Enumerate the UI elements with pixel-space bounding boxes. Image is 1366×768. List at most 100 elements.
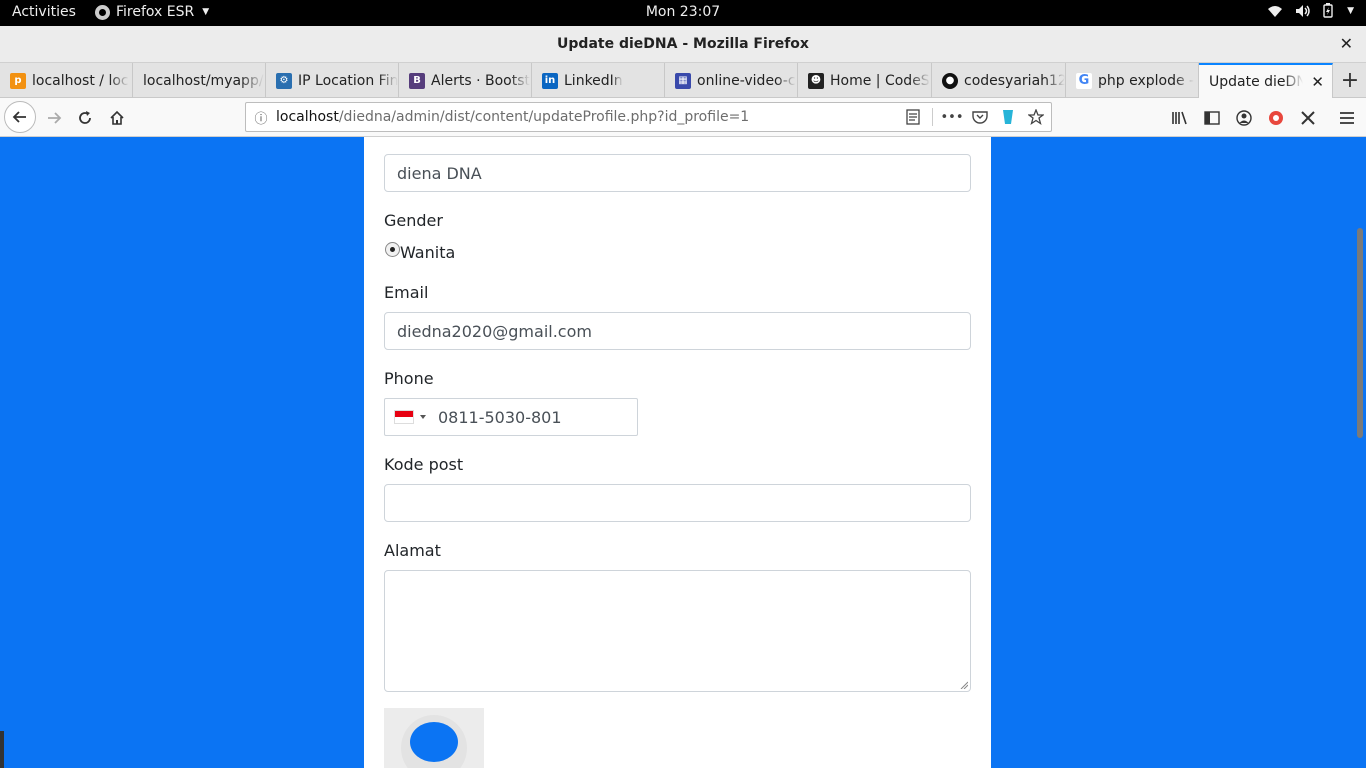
home-button[interactable] [103,104,131,132]
profile-photo-placeholder[interactable] [384,708,484,768]
phpmyadmin-icon: p [10,72,26,89]
system-tray[interactable]: ▼ [1267,3,1354,18]
activities-button[interactable]: Activities [12,4,76,20]
scrollbar-thumb[interactable] [1357,228,1363,438]
chevron-down-icon[interactable] [420,415,426,419]
gender-option-label: Wanita [400,243,456,262]
close-tab-icon[interactable]: ✕ [1311,73,1324,91]
bootstrap-icon: B [409,72,425,89]
app-menu[interactable]: Firefox ESR ▼ [95,4,209,20]
gender-radio-wanita[interactable] [385,242,400,257]
email-value: diedna2020@gmail.com [397,321,592,341]
indonesia-flag-icon[interactable] [394,410,414,424]
extension-icon[interactable] [999,108,1017,126]
page-scrollbar[interactable] [1354,137,1366,768]
back-button[interactable] [4,101,36,133]
close-window-button[interactable]: ✕ [1340,34,1353,53]
phone-label: Phone [384,369,434,388]
pocket-icon[interactable] [971,108,989,126]
addon-button[interactable] [1262,104,1290,132]
battery-icon [1323,3,1333,18]
alamat-label: Alamat [384,541,441,560]
tab-label: IP Location Fin [298,72,398,89]
reload-icon [79,111,91,124]
tab-label: Update dieDNA [1209,73,1303,90]
tab-bootstrap-alerts[interactable]: B Alerts · Bootst [399,63,532,98]
kode-post-label: Kode post [384,455,464,474]
sidebar-icon [1204,111,1220,125]
x-extension-icon [1301,111,1315,125]
tab-label: Alerts · Bootst [431,72,530,89]
navigation-toolbar: ⓘ localhost/diedna/admin/dist/content/up… [0,98,1366,137]
arrow-right-icon [48,112,62,124]
library-button[interactable] [1166,104,1194,132]
tab-label: php explode - [1098,72,1195,89]
full-name-value: diena DNA [397,163,482,183]
tab-label: online-video-c [697,72,796,89]
arrow-left-icon [12,111,26,123]
chevron-down-icon: ▼ [202,7,210,17]
window-edge [0,731,4,768]
tab-label: Home | CodeS [830,72,930,89]
reader-view-icon[interactable] [904,108,922,126]
email-input[interactable]: diedna2020@gmail.com [384,312,971,350]
codes-icon: ☻ [808,72,824,89]
forward-button[interactable] [40,104,68,132]
divider [932,108,933,126]
address-bar[interactable]: ⓘ localhost/diedna/admin/dist/content/up… [245,102,1052,132]
firefox-icon [95,4,110,20]
google-icon: G [1076,72,1092,89]
full-name-input[interactable]: diena DNA [384,154,971,192]
tab-label: LinkedIn [564,72,623,89]
linkedin-icon: in [542,72,558,89]
page-actions-icon[interactable]: ••• [941,108,964,126]
profile-form-card: diena DNA Gender Wanita Email diedna2020… [364,137,991,768]
sidebar-button[interactable] [1198,104,1226,132]
reload-button[interactable] [71,104,99,132]
tab-google-php-explode[interactable]: G php explode - [1066,63,1199,98]
home-icon [110,110,124,125]
phone-input[interactable]: 0811-5030-801 [384,398,638,436]
github-icon: ● [942,72,958,89]
gender-label: Gender [384,211,443,230]
tab-update-diedna[interactable]: Update dieDNA ✕ [1199,63,1333,98]
wifi-icon [1267,4,1283,18]
tab-linkedin[interactable]: in LinkedIn [532,63,665,98]
url-path: /diedna/admin/dist/content/updateProfile… [338,109,750,125]
ip-location-icon: ⚙ [276,72,292,89]
avatar-icon [410,722,458,762]
bookmark-star-icon[interactable] [1027,108,1045,126]
info-icon[interactable]: ⓘ [246,108,276,127]
tab-label: localhost/myapp/ [143,72,264,89]
account-icon [1236,110,1252,126]
alamat-textarea[interactable] [384,570,971,692]
plus-icon: + [1340,68,1360,93]
account-button[interactable] [1230,104,1258,132]
volume-icon [1295,4,1311,18]
tab-strip: p localhost / loc localhost/myapp/ ⚙ IP … [0,63,1366,98]
video-converter-icon: ▦ [675,72,691,89]
urlbar-actions: ••• [904,108,1045,126]
resize-grip-icon[interactable] [960,681,968,689]
tab-myapp[interactable]: localhost/myapp/ [133,63,266,98]
library-icon [1172,111,1187,125]
new-tab-button[interactable]: + [1334,63,1366,98]
hamburger-menu-icon [1340,112,1354,124]
menu-button[interactable] [1333,104,1361,132]
window-titlebar: Update dieDNA - Mozilla Firefox ✕ [0,26,1366,63]
app-menu-label: Firefox ESR [116,4,195,20]
system-top-bar: Activities Firefox ESR ▼ Mon 23:07 ▼ [0,0,1366,26]
tab-label: codesyariah12 [964,72,1065,89]
tab-phpmyadmin[interactable]: p localhost / loc [0,63,133,98]
tab-ip-location[interactable]: ⚙ IP Location Fin [266,63,399,98]
tab-codes-home[interactable]: ☻ Home | CodeS [798,63,932,98]
tab-github[interactable]: ● codesyariah12 [932,63,1066,98]
tab-label: localhost / loc [32,72,129,89]
window-title: Update dieDNA - Mozilla Firefox [557,36,809,52]
chevron-down-icon: ▼ [1347,5,1354,16]
kode-post-input[interactable] [384,484,971,522]
extension-x-button[interactable] [1294,104,1322,132]
url-host: localhost [276,109,339,125]
tab-video-converter[interactable]: ▦ online-video-c [665,63,798,98]
phone-value: 0811-5030-801 [438,407,562,427]
